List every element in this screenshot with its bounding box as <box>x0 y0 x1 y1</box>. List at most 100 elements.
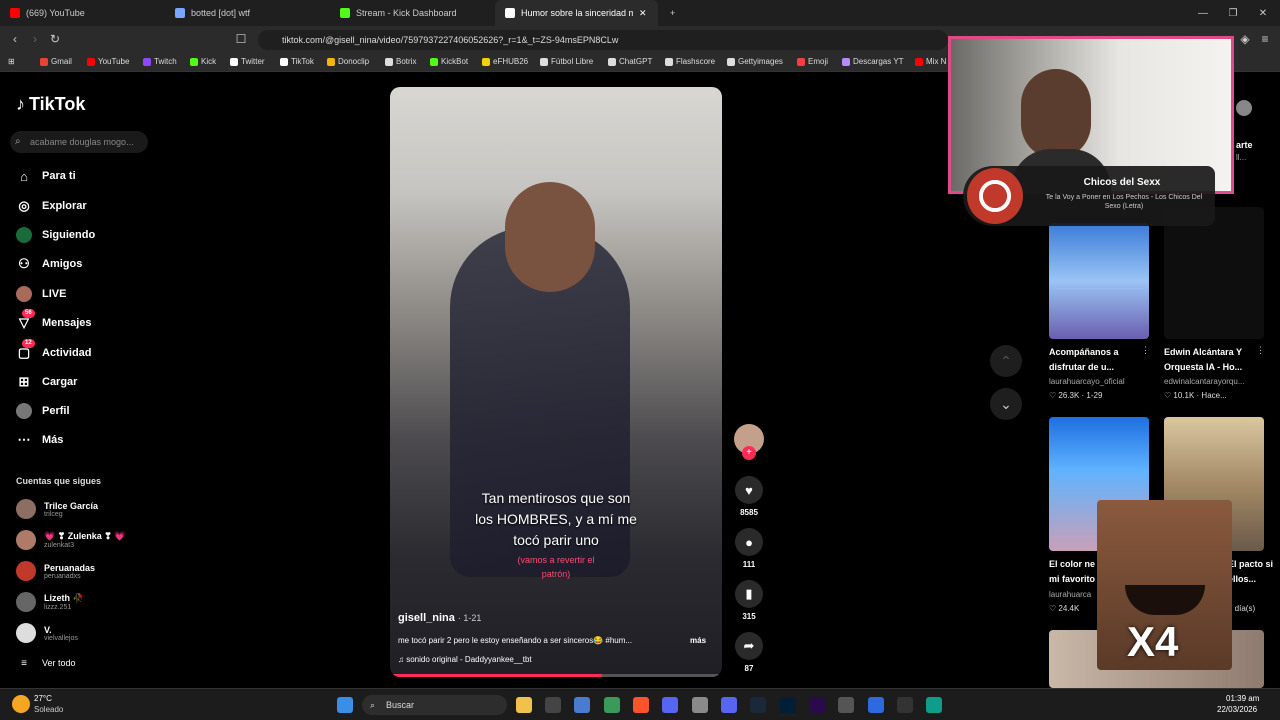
forward-icon[interactable]: › <box>26 30 44 48</box>
bookmark-icon[interactable]: ☐ <box>232 30 250 48</box>
see-all-following[interactable]: ≡ Ver todo <box>16 653 75 673</box>
related-title-line[interactable]: El color ne <box>1049 557 1095 571</box>
bookmark-icon[interactable]: ▮ <box>735 580 763 608</box>
bookmark-efhub[interactable]: eFHUB26 <box>482 57 528 66</box>
windows-start-icon[interactable] <box>337 697 353 713</box>
bookmark-kick[interactable]: Kick <box>190 57 216 66</box>
save-action[interactable]: ▮ 315 <box>733 580 765 621</box>
nav-perfil[interactable]: Perfil <box>16 401 70 421</box>
search-input[interactable]: ⌕ acabame douglas mogo... <box>10 131 148 153</box>
related-title-line[interactable]: Acompáñanos a <box>1049 345 1119 359</box>
back-icon[interactable]: ‹ <box>6 30 24 48</box>
nav-para-ti[interactable]: ⌂ Para ti <box>16 166 76 186</box>
bookmark-chatgpt[interactable]: ChatGPT <box>608 57 652 66</box>
related-thumbnail[interactable] <box>1164 207 1264 339</box>
menu-icon[interactable]: ≡ <box>1256 30 1274 48</box>
tiktok-logo[interactable]: ♪ TikTok <box>16 94 85 115</box>
following-account[interactable]: Lizeth 🥀 lizzz.251 <box>16 589 84 615</box>
clock-date[interactable]: 22/03/2026 <box>1217 705 1257 714</box>
minimize-button[interactable]: — <box>1188 0 1218 26</box>
like-action[interactable]: ♥ 8585 <box>733 476 765 517</box>
calculator-icon[interactable] <box>692 697 708 713</box>
new-tab-button[interactable]: + <box>660 0 680 26</box>
apps-icon[interactable]: ⊞ <box>8 57 15 66</box>
follow-plus-icon[interactable]: + <box>742 446 756 460</box>
related-user[interactable]: laurahuarca <box>1049 590 1091 599</box>
weather-icon[interactable] <box>12 695 30 713</box>
settings-icon[interactable] <box>838 697 854 713</box>
following-account[interactable]: 💗 ❣ Zulenka ❣ 💗 zulenkat3 <box>16 527 126 553</box>
brave-icon[interactable] <box>633 697 649 713</box>
clock-time[interactable]: 01:39 am <box>1226 694 1259 703</box>
tab-kick-dashboard[interactable]: Stream - Kick Dashboard <box>330 0 495 26</box>
reload-icon[interactable]: ↻ <box>46 30 64 48</box>
bookmark-kickbot[interactable]: KickBot <box>430 57 468 66</box>
bookmark-botrix[interactable]: Botrix <box>385 57 416 66</box>
related-title-line[interactable]: ellos... <box>1228 572 1256 586</box>
related-thumbnail[interactable] <box>1049 223 1149 339</box>
related-title-line[interactable]: El pacto si <box>1228 557 1273 571</box>
close-window-button[interactable]: ✕ <box>1248 0 1278 26</box>
nav-actividad[interactable]: ▢ 12 Actividad <box>16 339 92 363</box>
related-user[interactable]: laurahuarcayo_oficial <box>1049 377 1125 386</box>
bookmark-descargas-yt[interactable]: Descargas YT <box>842 57 904 66</box>
video-player[interactable]: Tan mentirosos que son los HOMBRES, y a … <box>390 87 722 677</box>
more-link[interactable]: más <box>690 636 706 645</box>
app-icon[interactable] <box>604 697 620 713</box>
shield-icon[interactable]: ◈ <box>1236 30 1254 48</box>
notepad-icon[interactable] <box>868 697 884 713</box>
nav-mensajes[interactable]: ▽ 56 Mensajes <box>16 309 92 333</box>
bookmark-mix[interactable]: Mix N <box>915 57 946 66</box>
previous-video-button[interactable]: ⌃ <box>990 345 1022 377</box>
bookmark-donoclip[interactable]: Donoclip <box>327 57 369 66</box>
photoshop-icon[interactable] <box>780 697 796 713</box>
next-video-button[interactable]: ⌄ <box>990 388 1022 420</box>
bookmark-tiktok[interactable]: TikTok <box>280 57 314 66</box>
discord-icon[interactable] <box>721 697 737 713</box>
following-account[interactable]: Trilce García trilceg <box>16 496 98 522</box>
edge-icon[interactable] <box>926 697 942 713</box>
related-user[interactable]: edwinalcantarayorqu... <box>1164 377 1274 386</box>
video-progress-track[interactable] <box>390 674 722 677</box>
nav-live[interactable]: LIVE <box>16 284 66 304</box>
app-icon[interactable] <box>545 697 561 713</box>
bookmark-flashscore[interactable]: Flashscore <box>665 57 715 66</box>
share-action[interactable]: ➦ 87 <box>733 632 765 673</box>
bookmark-twitch[interactable]: Twitch <box>143 57 177 66</box>
related-title-line[interactable]: disfrutar de u... <box>1049 360 1114 374</box>
bookmark-gmail[interactable]: Gmail <box>40 57 72 66</box>
steam-icon[interactable] <box>750 697 766 713</box>
share-icon[interactable]: ➦ <box>735 632 763 660</box>
file-explorer-icon[interactable] <box>516 697 532 713</box>
weather-desc[interactable]: Soleado <box>34 705 63 714</box>
restore-button[interactable]: ❐ <box>1218 0 1248 26</box>
nav-mas[interactable]: ⋯ Más <box>16 430 64 450</box>
video-author[interactable]: gisell_nina · 1-21 <box>398 612 481 624</box>
nav-explorar[interactable]: ◎ Explorar <box>16 196 86 216</box>
app-icon[interactable] <box>662 697 678 713</box>
bookmark-gettyimages[interactable]: Gettyimages <box>727 57 783 66</box>
heart-icon[interactable]: ♥ <box>735 476 763 504</box>
bookmark-twitter[interactable]: Twitter <box>230 57 265 66</box>
bookmark-emoji[interactable]: Emoji <box>797 57 828 66</box>
more-options-icon[interactable]: ⋮ <box>1256 345 1265 356</box>
weather-temp[interactable]: 27°C <box>34 694 52 703</box>
comment-icon[interactable]: ● <box>735 528 763 556</box>
media-player-icon[interactable] <box>897 697 913 713</box>
creator-avatar[interactable]: + <box>733 424 765 460</box>
avatar[interactable] <box>1236 100 1252 116</box>
nav-amigos[interactable]: ⚇ Amigos <box>16 254 82 274</box>
related-title-line[interactable]: Edwin Alcántara Y <box>1164 345 1242 359</box>
following-account[interactable]: V. vielvallejos <box>16 620 78 646</box>
tab-botted[interactable]: botted [dot] wtf <box>165 0 330 26</box>
close-tab-icon[interactable]: ✕ <box>639 8 647 19</box>
video-sound[interactable]: ♫ sonido original - Daddyyankee__tbt <box>398 655 532 664</box>
bookmark-youtube[interactable]: YouTube <box>87 57 129 66</box>
tab-youtube[interactable]: (669) YouTube <box>0 0 165 26</box>
nav-siguiendo[interactable]: Siguiendo <box>16 225 95 245</box>
comment-action[interactable]: ● 111 <box>733 528 765 569</box>
following-account[interactable]: Peruanadas peruanadxs <box>16 558 95 584</box>
nav-cargar[interactable]: ⊞ Cargar <box>16 372 78 392</box>
premiere-icon[interactable] <box>809 697 825 713</box>
url-field[interactable]: tiktok.com/@gisell_nina/video/7597937227… <box>258 30 948 50</box>
